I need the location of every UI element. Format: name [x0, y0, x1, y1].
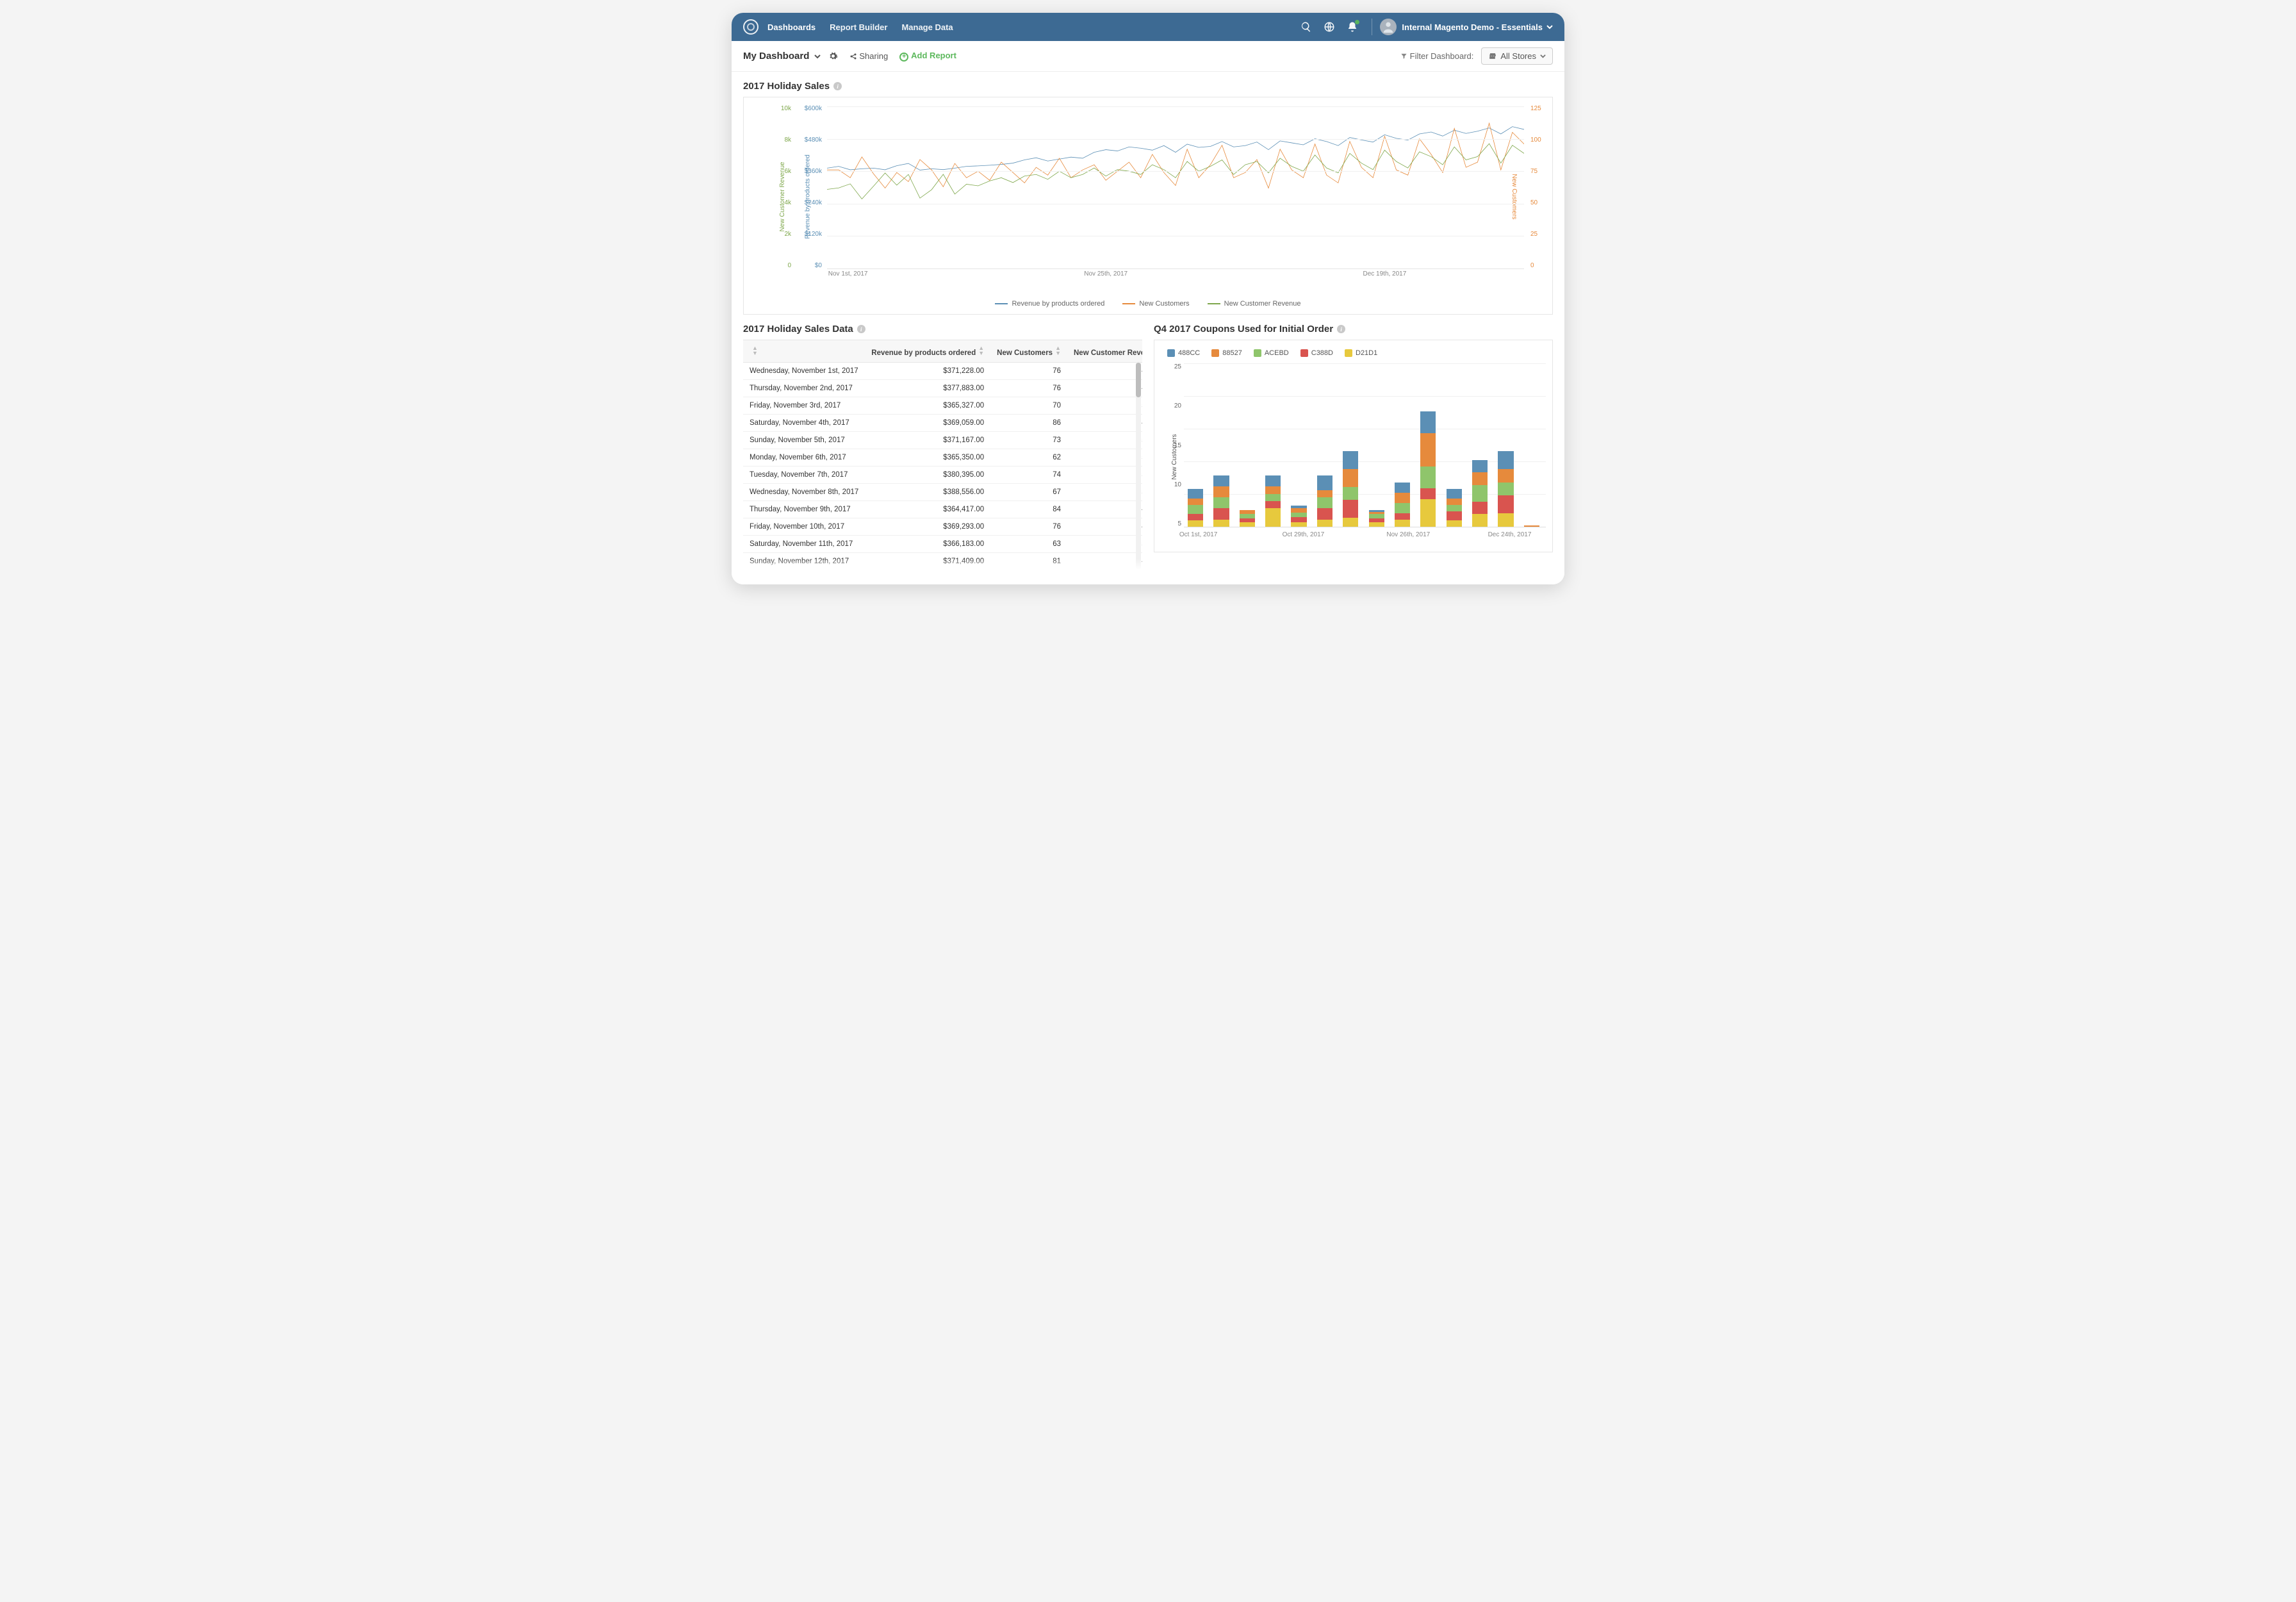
bar-plot-area — [1184, 363, 1546, 527]
yaxis-inner-left-ticks: $600k$480k$360k$240k$120k$0 — [796, 105, 822, 269]
coupons-chart: 488CC88527ACEBDC388DD21D1 New Customers … — [1154, 340, 1553, 552]
coupons-title: Q4 2017 Coupons Used for Initial Order — [1154, 324, 1333, 334]
bar-stack[interactable] — [1213, 435, 1229, 527]
bar-legend-item[interactable]: 88527 — [1211, 349, 1242, 357]
bar-stack[interactable] — [1343, 416, 1358, 527]
table-row[interactable]: Tuesday, November 7th, 2017$380,395.0074… — [743, 467, 1142, 484]
table-row[interactable]: Thursday, November 9th, 2017$364,417.008… — [743, 501, 1142, 518]
table-row[interactable]: Wednesday, November 1st, 2017$371,228.00… — [743, 363, 1142, 380]
top-nav: Dashboards Report Builder Manage Data In… — [732, 13, 1564, 41]
store-icon — [1488, 52, 1496, 60]
dashboard-toolbar: My Dashboard Sharing +Add Report Filter … — [732, 41, 1564, 72]
info-icon[interactable]: i — [1337, 325, 1345, 333]
table-row[interactable]: Sunday, November 5th, 2017$371,167.00735… — [743, 432, 1142, 449]
search-icon[interactable] — [1300, 21, 1312, 33]
bar-stack[interactable] — [1369, 474, 1384, 527]
app-logo-icon — [743, 19, 758, 35]
bar-stack[interactable] — [1498, 416, 1513, 527]
bar-legend-item[interactable]: 488CC — [1167, 349, 1200, 357]
bar-stack[interactable] — [1240, 474, 1255, 527]
chevron-down-icon — [1540, 53, 1546, 59]
chevron-down-icon — [1546, 24, 1553, 30]
table-header[interactable]: New Customer Revenue▲▼ — [1067, 340, 1142, 363]
yaxis-outer-left-ticks: 10k8k6k4k2k0 — [773, 105, 791, 269]
notification-dot-icon — [1355, 20, 1359, 24]
table-row[interactable]: Saturday, November 11th, 2017$366,183.00… — [743, 536, 1142, 553]
table-header[interactable]: ▲▼ — [743, 340, 865, 363]
nav-report-builder[interactable]: Report Builder — [830, 22, 887, 32]
stores-filter-button[interactable]: All Stores — [1481, 47, 1553, 65]
bar-legend-item[interactable]: D21D1 — [1345, 349, 1377, 357]
holiday-sales-chart: New Customer Revenue Revenue by products… — [743, 97, 1553, 315]
bar-stack[interactable] — [1317, 435, 1332, 527]
table-row[interactable]: Saturday, November 4th, 2017$369,059.008… — [743, 415, 1142, 432]
table-header[interactable]: Revenue by products ordered▲▼ — [865, 340, 990, 363]
bar-stack[interactable] — [1472, 422, 1488, 527]
line-legend: Revenue by products ordered New Customer… — [744, 296, 1552, 314]
nav-dashboards[interactable]: Dashboards — [767, 22, 816, 32]
line-xaxis: Nov 1st, 2017Nov 25th, 2017Dec 19th, 201… — [827, 270, 1524, 281]
sharing-button[interactable]: Sharing — [849, 51, 888, 61]
bar-stack[interactable] — [1524, 514, 1539, 527]
account-switcher[interactable]: Internal Magento Demo - Essentials — [1380, 19, 1553, 35]
table-row[interactable]: Wednesday, November 8th, 2017$388,556.00… — [743, 484, 1142, 501]
yaxis-right-ticks: 1251007550250 — [1530, 105, 1547, 269]
info-icon[interactable]: i — [857, 325, 865, 333]
sales-data-title: 2017 Holiday Sales Data — [743, 324, 853, 334]
bar-stack[interactable] — [1395, 442, 1410, 527]
bar-yaxis-ticks: 252015105 — [1163, 363, 1181, 527]
table-row[interactable]: Monday, November 6th, 2017$365,350.00625… — [743, 449, 1142, 467]
bar-legend-item[interactable]: ACEBD — [1254, 349, 1289, 357]
holiday-sales-title: 2017 Holiday Sales — [743, 81, 830, 92]
avatar-icon — [1380, 19, 1397, 35]
legend-nc-revenue: New Customer Revenue — [1208, 300, 1301, 308]
info-icon[interactable]: i — [833, 82, 842, 90]
add-report-button[interactable]: +Add Report — [899, 51, 956, 62]
bar-stack[interactable] — [1265, 435, 1281, 527]
legend-revenue: Revenue by products ordered — [995, 300, 1104, 308]
bar-stack[interactable] — [1447, 449, 1462, 527]
nav-manage-data[interactable]: Manage Data — [901, 22, 953, 32]
gear-icon[interactable] — [828, 51, 838, 61]
account-label: Internal Magento Demo - Essentials — [1402, 22, 1543, 32]
dashboard-title: My Dashboard — [743, 51, 809, 62]
bar-legend-item[interactable]: C388D — [1300, 349, 1333, 357]
dashboard-switcher[interactable] — [814, 53, 821, 60]
globe-icon[interactable] — [1324, 21, 1335, 33]
plus-icon: + — [899, 53, 908, 62]
table-row[interactable]: Friday, November 10th, 2017$369,293.0076… — [743, 518, 1142, 536]
line-plot-area — [827, 106, 1524, 269]
scrollbar-thumb[interactable] — [1136, 363, 1141, 397]
bar-legend: 488CC 88527 ACEBD C388D D21D1 — [1160, 345, 1547, 363]
table-row[interactable]: Friday, November 3rd, 2017$365,327.00705… — [743, 397, 1142, 415]
filter-dashboard-label: Filter Dashboard: — [1400, 51, 1474, 61]
table-header[interactable]: New Customers▲▼ — [990, 340, 1067, 363]
table-row[interactable]: Thursday, November 2nd, 2017$377,883.007… — [743, 380, 1142, 397]
sales-data-table-wrap: ▲▼Revenue by products ordered▲▼New Custo… — [743, 340, 1142, 570]
legend-customers: New Customers — [1122, 300, 1189, 308]
bar-stack[interactable] — [1188, 449, 1203, 527]
sales-data-table: ▲▼Revenue by products ordered▲▼New Custo… — [743, 340, 1142, 570]
bell-icon[interactable] — [1347, 21, 1358, 33]
bar-stack[interactable] — [1420, 390, 1436, 527]
bar-stack[interactable] — [1291, 468, 1306, 527]
bar-xaxis: Oct 1st, 2017Oct 29th, 2017Nov 26th, 201… — [1184, 531, 1546, 540]
